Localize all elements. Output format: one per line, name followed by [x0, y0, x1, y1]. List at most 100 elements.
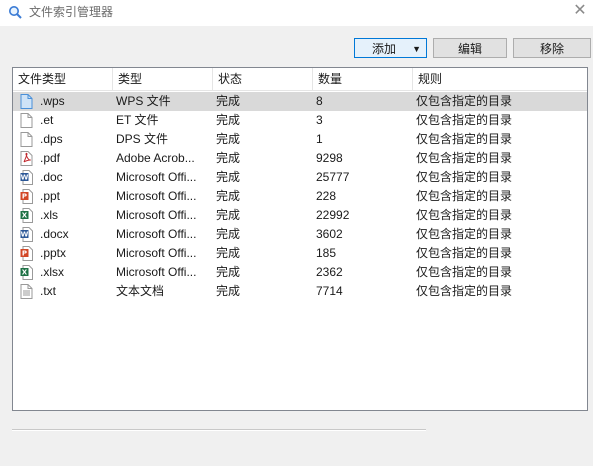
- word-icon: W: [20, 170, 33, 185]
- cell-status: 完成: [216, 265, 241, 279]
- doc-blue-icon: [20, 94, 33, 109]
- cell-file-type: .pptx: [40, 246, 67, 260]
- column-header-type[interactable]: 类型: [113, 68, 213, 90]
- excel-icon: X: [20, 208, 33, 223]
- cell-rule: 仅包含指定的目录: [416, 132, 513, 146]
- table-row[interactable]: .wps WPS 文件 完成 8 仅包含指定的目录: [13, 92, 587, 111]
- cell-rule: 仅包含指定的目录: [416, 151, 513, 165]
- cell-file-type: .docx: [40, 227, 69, 241]
- cell-status: 完成: [216, 284, 241, 298]
- table-row[interactable]: .et ET 文件 完成 3 仅包含指定的目录: [13, 111, 587, 130]
- cell-count: 3: [316, 113, 323, 127]
- svg-text:W: W: [21, 174, 29, 182]
- cell-rule: 仅包含指定的目录: [416, 94, 513, 108]
- table-row[interactable]: W .docx Microsoft Offi... 完成 3602 仅包含指定的目录: [13, 225, 587, 244]
- cell-status: 完成: [216, 227, 241, 241]
- file-blank-icon: [20, 132, 33, 147]
- column-header-rule[interactable]: 规则: [413, 68, 587, 90]
- close-button[interactable]: ✕: [567, 0, 593, 24]
- cell-count: 9298: [316, 151, 343, 165]
- cell-rule: 仅包含指定的目录: [416, 170, 513, 184]
- cell-status: 完成: [216, 113, 241, 127]
- svg-text:X: X: [22, 269, 28, 277]
- cell-rule: 仅包含指定的目录: [416, 208, 513, 222]
- cell-type: WPS 文件: [116, 94, 171, 108]
- table-row[interactable]: .txt 文本文档 完成 7714 仅包含指定的目录: [13, 282, 587, 301]
- cell-type: Microsoft Offi...: [116, 208, 197, 222]
- powerpoint-icon: P: [20, 246, 33, 261]
- svg-text:W: W: [21, 231, 29, 239]
- cell-type: Microsoft Offi...: [116, 227, 197, 241]
- cell-status: 完成: [216, 151, 241, 165]
- add-button-label: 添加: [372, 42, 397, 56]
- table-row[interactable]: P .pptx Microsoft Offi... 完成 185 仅包含指定的目录: [13, 244, 587, 263]
- cell-type: 文本文档: [116, 284, 165, 298]
- table-row[interactable]: X .xlsx Microsoft Offi... 完成 2362 仅包含指定的目录: [13, 263, 587, 282]
- magnifier-icon: [9, 6, 22, 19]
- cell-file-type: .pdf: [40, 151, 61, 165]
- powerpoint-icon: P: [20, 189, 33, 204]
- cell-rule: 仅包含指定的目录: [416, 227, 513, 241]
- pdf-icon: [20, 151, 33, 166]
- list-header: 文件类型 类型 状态 数量 规则: [13, 68, 587, 91]
- column-header-count[interactable]: 数量: [313, 68, 413, 90]
- table-row[interactable]: .pdf Adobe Acrob... 完成 9298 仅包含指定的目录: [13, 149, 587, 168]
- cell-type: Adobe Acrob...: [116, 151, 195, 165]
- cell-status: 完成: [216, 246, 241, 260]
- cell-file-type: .txt: [40, 284, 57, 298]
- column-header-file-type[interactable]: 文件类型: [13, 68, 113, 90]
- cell-count: 1: [316, 132, 323, 146]
- cell-type: Microsoft Offi...: [116, 189, 197, 203]
- edit-button[interactable]: 编辑: [433, 38, 507, 58]
- cell-file-type: .wps: [40, 94, 65, 108]
- svg-text:P: P: [22, 193, 27, 201]
- cell-type: ET 文件: [116, 113, 159, 127]
- cell-status: 完成: [216, 132, 241, 146]
- window-title: 文件索引管理器: [29, 5, 114, 19]
- text-file-icon: [20, 284, 33, 299]
- cell-rule: 仅包含指定的目录: [416, 189, 513, 203]
- cell-type: Microsoft Offi...: [116, 265, 197, 279]
- cell-rule: 仅包含指定的目录: [416, 113, 513, 127]
- cell-count: 8: [316, 94, 323, 108]
- cell-file-type: .xls: [40, 208, 58, 222]
- cell-file-type: .doc: [40, 170, 63, 184]
- cell-count: 228: [316, 189, 337, 203]
- column-header-status[interactable]: 状态: [213, 68, 313, 90]
- chevron-down-icon[interactable]: ▼: [412, 39, 421, 59]
- svg-text:X: X: [22, 212, 28, 220]
- title-bar: 文件索引管理器 ✕: [0, 0, 593, 26]
- cell-file-type: .ppt: [40, 189, 61, 203]
- table-row[interactable]: W .doc Microsoft Offi... 完成 25777 仅包含指定的目录: [13, 168, 587, 187]
- cell-type: Microsoft Offi...: [116, 170, 197, 184]
- cell-count: 2362: [316, 265, 343, 279]
- svg-text:P: P: [22, 250, 27, 258]
- table-row[interactable]: .dps DPS 文件 完成 1 仅包含指定的目录: [13, 130, 587, 149]
- excel-icon: X: [20, 265, 33, 280]
- cell-count: 25777: [316, 170, 350, 184]
- cell-count: 3602: [316, 227, 343, 241]
- file-blank-icon: [20, 113, 33, 128]
- table-row[interactable]: P .ppt Microsoft Offi... 完成 228 仅包含指定的目录: [13, 187, 587, 206]
- cell-type: DPS 文件: [116, 132, 169, 146]
- cell-status: 完成: [216, 208, 241, 222]
- add-button[interactable]: 添加 ▼: [354, 38, 427, 58]
- word-icon: W: [20, 227, 33, 242]
- status-divider-highlight: [12, 430, 426, 431]
- cell-file-type: .dps: [40, 132, 63, 146]
- cell-rule: 仅包含指定的目录: [416, 265, 513, 279]
- cell-status: 完成: [216, 189, 241, 203]
- table-row[interactable]: X .xls Microsoft Offi... 完成 22992 仅包含指定的目录: [13, 206, 587, 225]
- cell-type: Microsoft Offi...: [116, 246, 197, 260]
- cell-rule: 仅包含指定的目录: [416, 246, 513, 260]
- cell-count: 7714: [316, 284, 343, 298]
- cell-count: 185: [316, 246, 337, 260]
- cell-rule: 仅包含指定的目录: [416, 284, 513, 298]
- cell-file-type: .et: [40, 113, 54, 127]
- cell-count: 22992: [316, 208, 350, 222]
- cell-file-type: .xlsx: [40, 265, 64, 279]
- cell-status: 完成: [216, 94, 241, 108]
- file-type-list[interactable]: 文件类型 类型 状态 数量 规则 .wps WPS 文件 完成 8 仅包含指定的目录 .e…: [12, 67, 588, 411]
- remove-button[interactable]: 移除: [513, 38, 591, 58]
- cell-status: 完成: [216, 170, 241, 184]
